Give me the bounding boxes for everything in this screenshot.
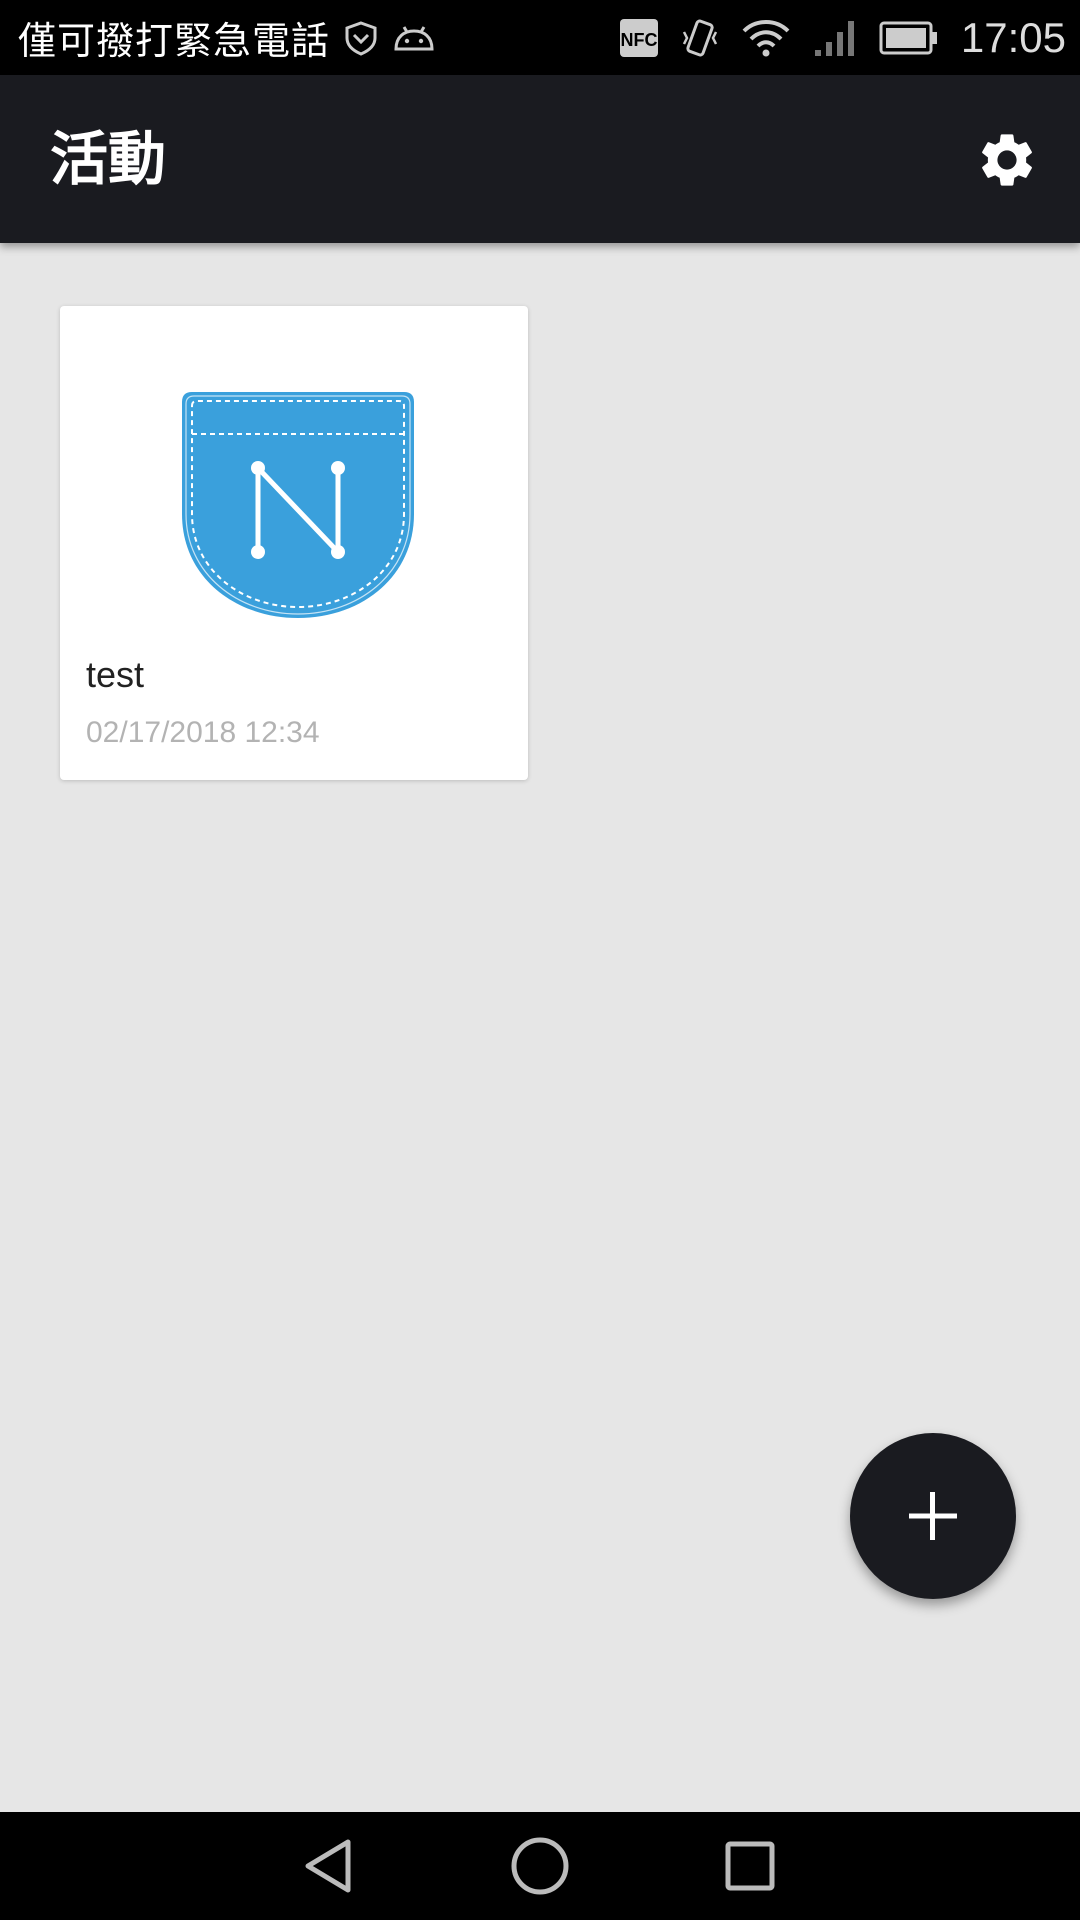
nfc-icon: NFC (619, 18, 659, 58)
settings-button[interactable] (972, 125, 1042, 195)
wifi-icon (741, 18, 791, 58)
page-title: 活動 (50, 125, 167, 193)
card-title: test (86, 654, 145, 695)
activity-card[interactable]: test 02/17/2018 12:34 (60, 306, 528, 780)
back-icon (305, 1839, 351, 1893)
card-date: 02/17/2018 12:34 (86, 716, 320, 749)
carrier-text: 僅可撥打緊急電話 (18, 19, 331, 63)
back-button[interactable] (290, 1826, 370, 1906)
plus-icon (909, 1492, 957, 1540)
recents-button[interactable] (710, 1826, 790, 1906)
home-button[interactable] (500, 1826, 580, 1906)
android-icon (392, 23, 436, 53)
pocket-n-logo (180, 390, 416, 622)
screen: 僅可撥打緊急電話 NFC 17:05 活動 test 02/17/2018 12… (0, 0, 1080, 1920)
shield-icon (344, 20, 378, 56)
vibrate-icon (681, 18, 719, 58)
battery-icon (879, 21, 939, 55)
recents-icon (725, 1841, 775, 1891)
status-right: NFC 17:05 (619, 14, 1066, 62)
navigation-bar (0, 1812, 1080, 1920)
status-time: 17:05 (960, 13, 1066, 61)
nfc-label: NFC (620, 30, 657, 50)
add-button[interactable] (850, 1433, 1016, 1599)
gear-icon (982, 134, 1032, 186)
signal-icon (813, 18, 857, 58)
status-bar: 僅可撥打緊急電話 NFC 17:05 (0, 0, 1080, 75)
app-bar: 活動 (0, 75, 1080, 243)
home-icon (511, 1837, 569, 1895)
status-left: 僅可撥打緊急電話 (18, 10, 619, 65)
